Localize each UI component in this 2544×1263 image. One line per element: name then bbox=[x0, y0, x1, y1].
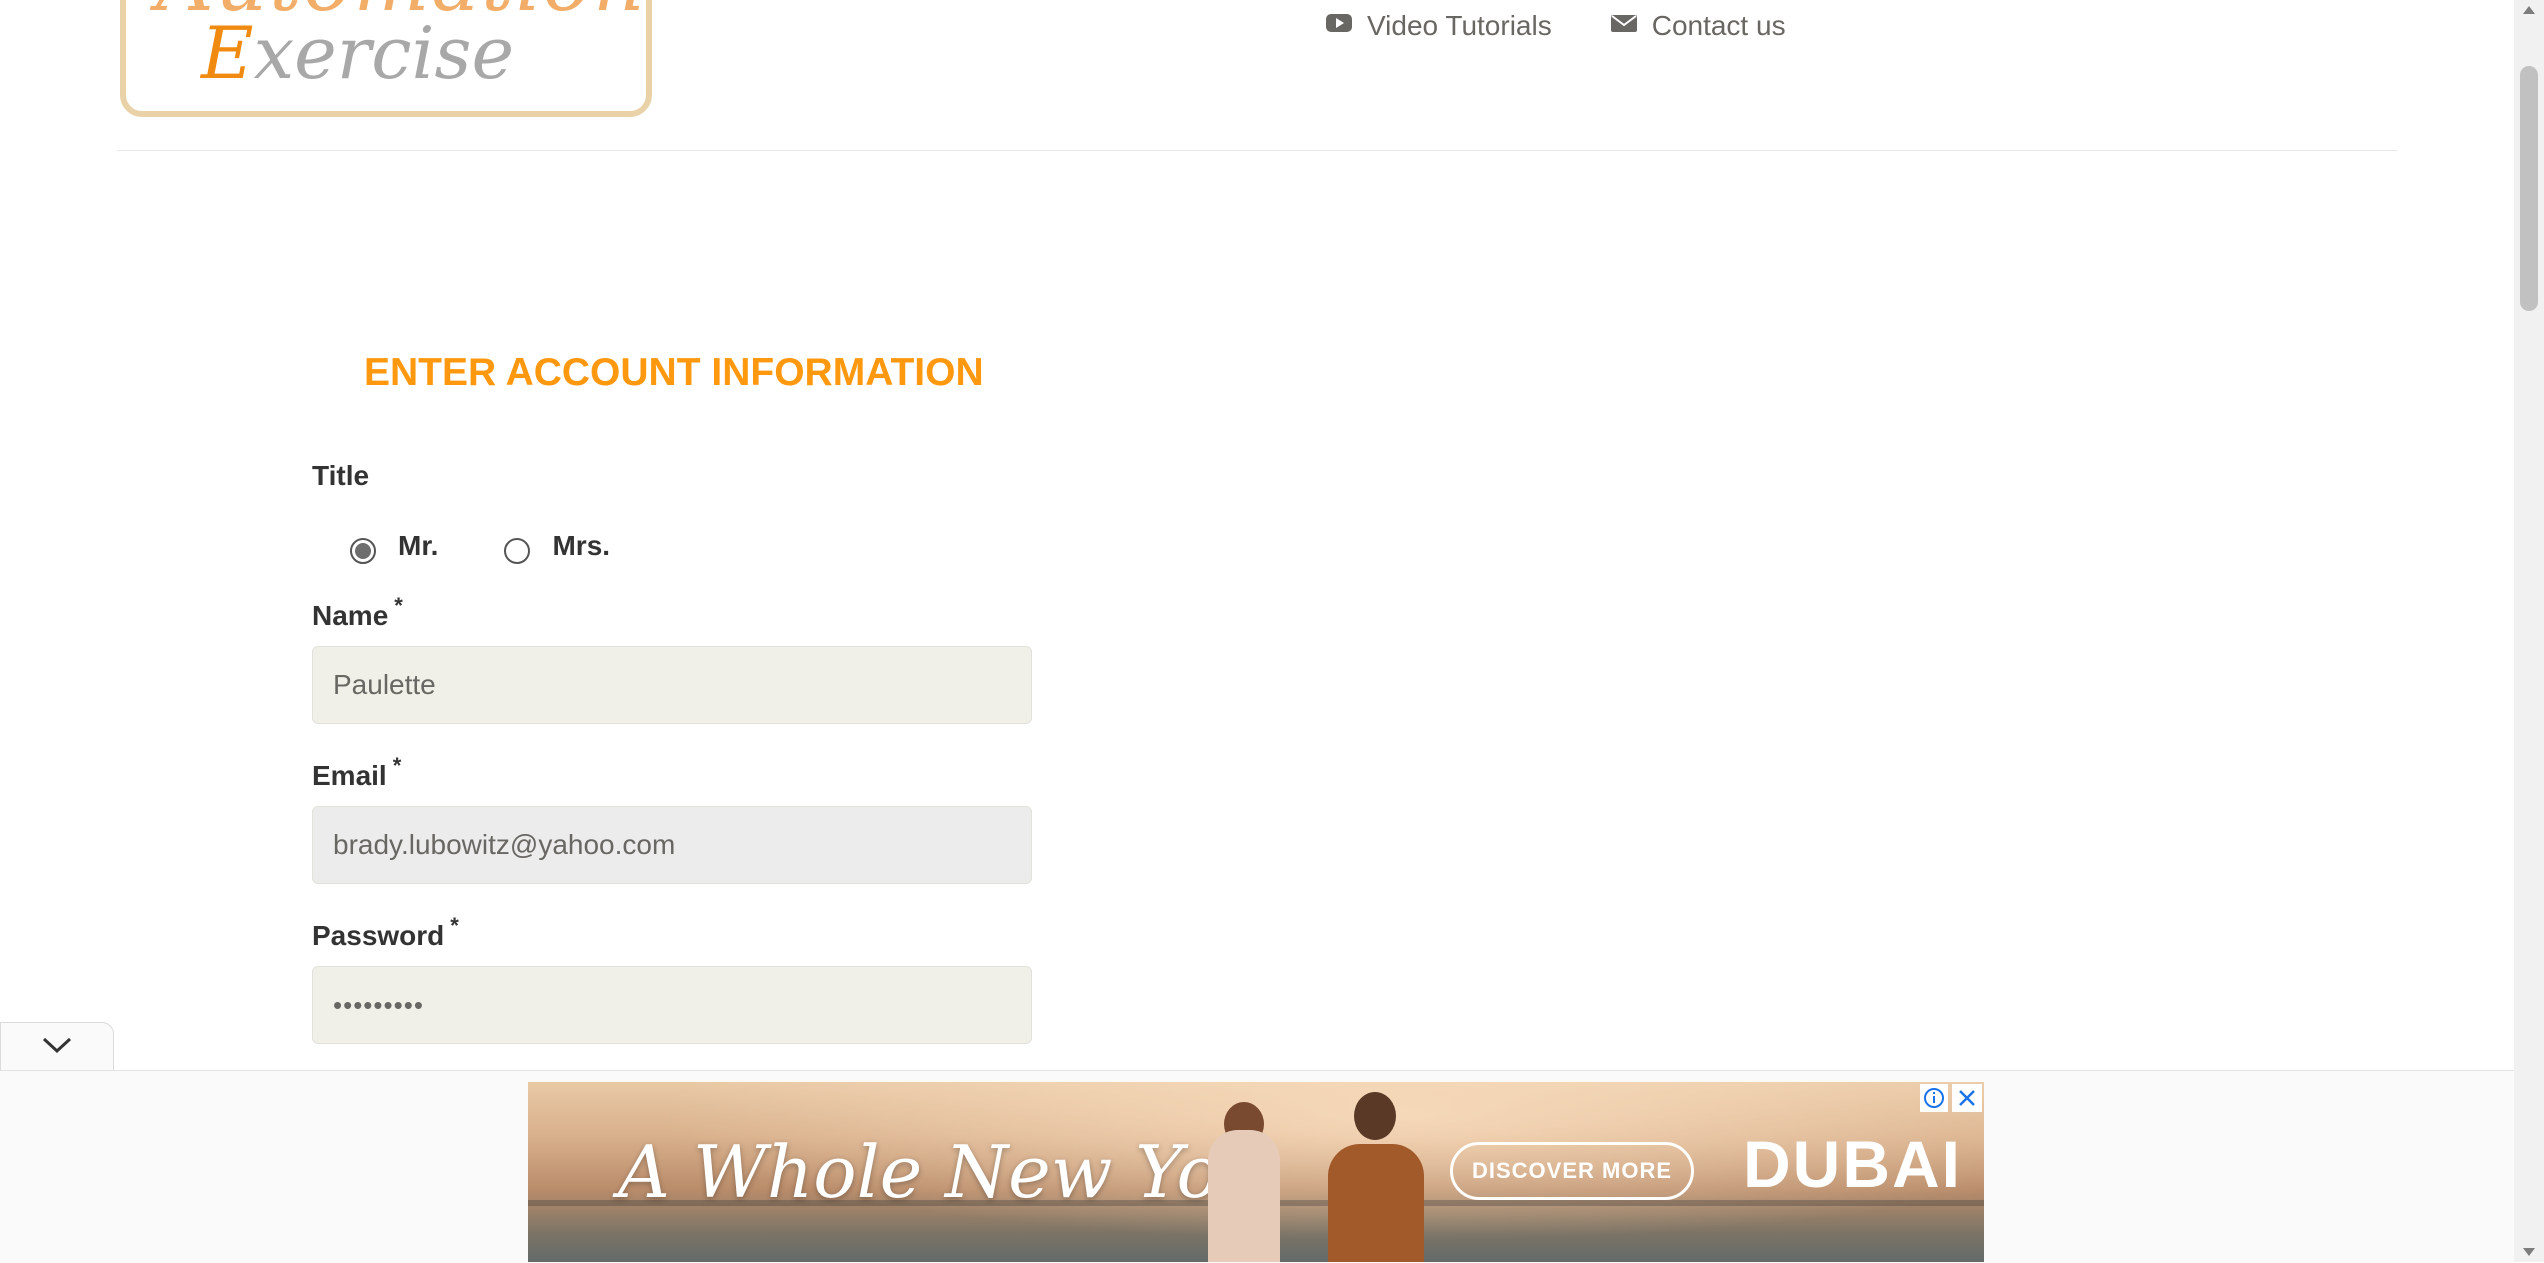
envelope-icon bbox=[1610, 9, 1638, 44]
scrollbar-thumb[interactable] bbox=[2520, 66, 2538, 311]
password-field[interactable]: ••••••••• bbox=[312, 966, 1032, 1044]
required-marker: * bbox=[450, 913, 459, 938]
scroll-up-arrow-icon[interactable] bbox=[2523, 6, 2535, 14]
required-marker: * bbox=[394, 593, 403, 618]
ad-discover-more-button[interactable]: DISCOVER MORE bbox=[1450, 1142, 1694, 1200]
name-label-text: Name bbox=[312, 600, 389, 631]
email-label-text: Email bbox=[312, 760, 387, 791]
name-field[interactable]: Paulette bbox=[312, 646, 1032, 724]
top-nav: Video Tutorials Contact us bbox=[1325, 0, 1786, 52]
chevron-down-icon bbox=[40, 1035, 74, 1060]
password-label-text: Password bbox=[312, 920, 445, 951]
nav-video-tutorials[interactable]: Video Tutorials bbox=[1325, 9, 1552, 44]
logo-text-bottom: Exercise bbox=[201, 11, 514, 95]
email-field[interactable]: brady.lubowitz@yahoo.com bbox=[312, 806, 1032, 884]
logo-text-cap: E bbox=[201, 11, 254, 95]
ad-person-woman bbox=[1208, 1130, 1280, 1262]
ad-info-icon[interactable] bbox=[1920, 1084, 1948, 1112]
ad-headline: A Whole New You bbox=[618, 1130, 1267, 1214]
password-field-value: ••••••••• bbox=[333, 989, 424, 1020]
section-heading: ENTER ACCOUNT INFORMATION bbox=[340, 348, 1005, 398]
scroll-down-arrow-icon[interactable] bbox=[2523, 1248, 2535, 1256]
logo-text-rest: xercise bbox=[253, 11, 515, 95]
youtube-icon bbox=[1325, 9, 1353, 44]
name-label: Name * bbox=[312, 593, 403, 632]
radio-mrs[interactable] bbox=[504, 538, 531, 564]
title-radio-group: Mr. Mrs. bbox=[350, 528, 676, 564]
nav-contact-us-label: Contact us bbox=[1651, 10, 1786, 41]
title-mr-option[interactable]: Mr. bbox=[350, 528, 438, 564]
radio-mr[interactable] bbox=[350, 538, 376, 564]
email-label: Email * bbox=[312, 753, 401, 792]
radio-mrs-label: Mrs. bbox=[552, 530, 611, 561]
nav-video-tutorials-label: Video Tutorials bbox=[1367, 10, 1552, 41]
ad-person-man-head bbox=[1354, 1092, 1396, 1140]
email-field-value: brady.lubowitz@yahoo.com bbox=[333, 829, 676, 860]
ad-person-man bbox=[1328, 1144, 1424, 1262]
name-field-value: Paulette bbox=[333, 669, 436, 700]
title-label: Title bbox=[312, 460, 370, 491]
ad-collapse-button[interactable] bbox=[0, 1022, 114, 1072]
page-scrollbar[interactable] bbox=[2514, 0, 2544, 1262]
nav-contact-us[interactable]: Contact us bbox=[1610, 9, 1786, 44]
site-logo[interactable]: Automation Exercise bbox=[120, 0, 652, 117]
header-divider bbox=[117, 150, 2397, 151]
ad-creative[interactable]: A Whole New You DISCOVER MORE DUBAI bbox=[528, 1082, 1984, 1262]
radio-mr-label: Mr. bbox=[398, 530, 439, 561]
required-marker: * bbox=[392, 753, 402, 778]
password-label: Password * bbox=[312, 913, 459, 952]
ad-brand-logo: DUBAI bbox=[1743, 1127, 1962, 1201]
title-mrs-option[interactable]: Mrs. bbox=[504, 528, 610, 564]
ad-close-icon[interactable] bbox=[1952, 1084, 1982, 1112]
page-title: ENTER ACCOUNT INFORMATION bbox=[364, 351, 984, 394]
